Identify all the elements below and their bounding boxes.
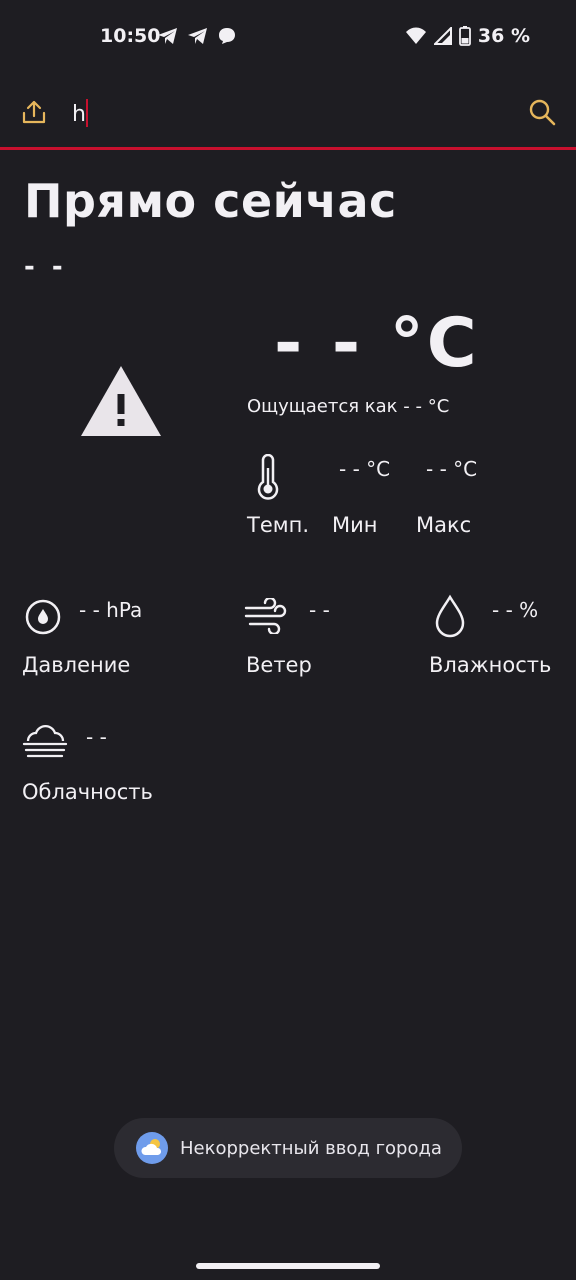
- gesture-nav-handle[interactable]: [196, 1263, 380, 1269]
- notification-icons: [157, 26, 237, 46]
- search-button[interactable]: [522, 92, 562, 132]
- wind-label: Ветер: [246, 653, 312, 677]
- wifi-icon: [405, 27, 426, 44]
- humidity-label: Влажность: [429, 653, 552, 677]
- pressure-value: - - hPa: [79, 598, 143, 622]
- temp-label: Темп.: [247, 513, 309, 537]
- city-name: - -: [24, 252, 67, 282]
- telegram-icon-2: [188, 28, 207, 44]
- thermometer-icon: [257, 454, 279, 500]
- share-button[interactable]: [14, 92, 54, 132]
- clouds-label: Облачность: [22, 780, 153, 804]
- min-label: Мин: [332, 513, 378, 537]
- status-right: 36 %: [405, 25, 530, 47]
- search-icon: [529, 99, 556, 126]
- page-title: Прямо сейчас: [24, 174, 397, 228]
- city-search-input[interactable]: [72, 96, 512, 132]
- status-time: 10:50: [100, 25, 161, 47]
- fog-cloud-icon: [22, 724, 68, 758]
- telegram-icon: [158, 28, 177, 44]
- signal-icon: [433, 27, 452, 45]
- humidity-value: - - %: [492, 598, 539, 622]
- toast-message: Некорректный ввод города: [180, 1137, 442, 1159]
- pressure-icon: [25, 599, 61, 635]
- weather-app-icon: [136, 1132, 168, 1164]
- wind-value: - -: [309, 598, 330, 622]
- chat-bubble-icon: [219, 28, 235, 44]
- feels-like: Ощущается как - - °C: [247, 396, 450, 417]
- error-toast: Некорректный ввод города: [114, 1118, 462, 1178]
- share-icon: [22, 100, 46, 124]
- toolbar-divider: [0, 147, 576, 150]
- current-temperature: - - °C: [274, 304, 480, 383]
- status-bar: 10:50 36 %: [0, 0, 576, 72]
- max-temperature: - - °C: [426, 457, 478, 481]
- text-cursor: [86, 99, 88, 127]
- wind-icon: [244, 598, 287, 634]
- battery-icon: [459, 26, 471, 46]
- warning-icon: [81, 366, 161, 436]
- max-label: Макс: [416, 513, 472, 537]
- clouds-value: - -: [86, 725, 107, 749]
- pressure-label: Давление: [22, 653, 131, 677]
- min-temperature: - - °C: [339, 457, 391, 481]
- battery-percent: 36 %: [477, 25, 530, 47]
- humidity-icon: [435, 594, 465, 638]
